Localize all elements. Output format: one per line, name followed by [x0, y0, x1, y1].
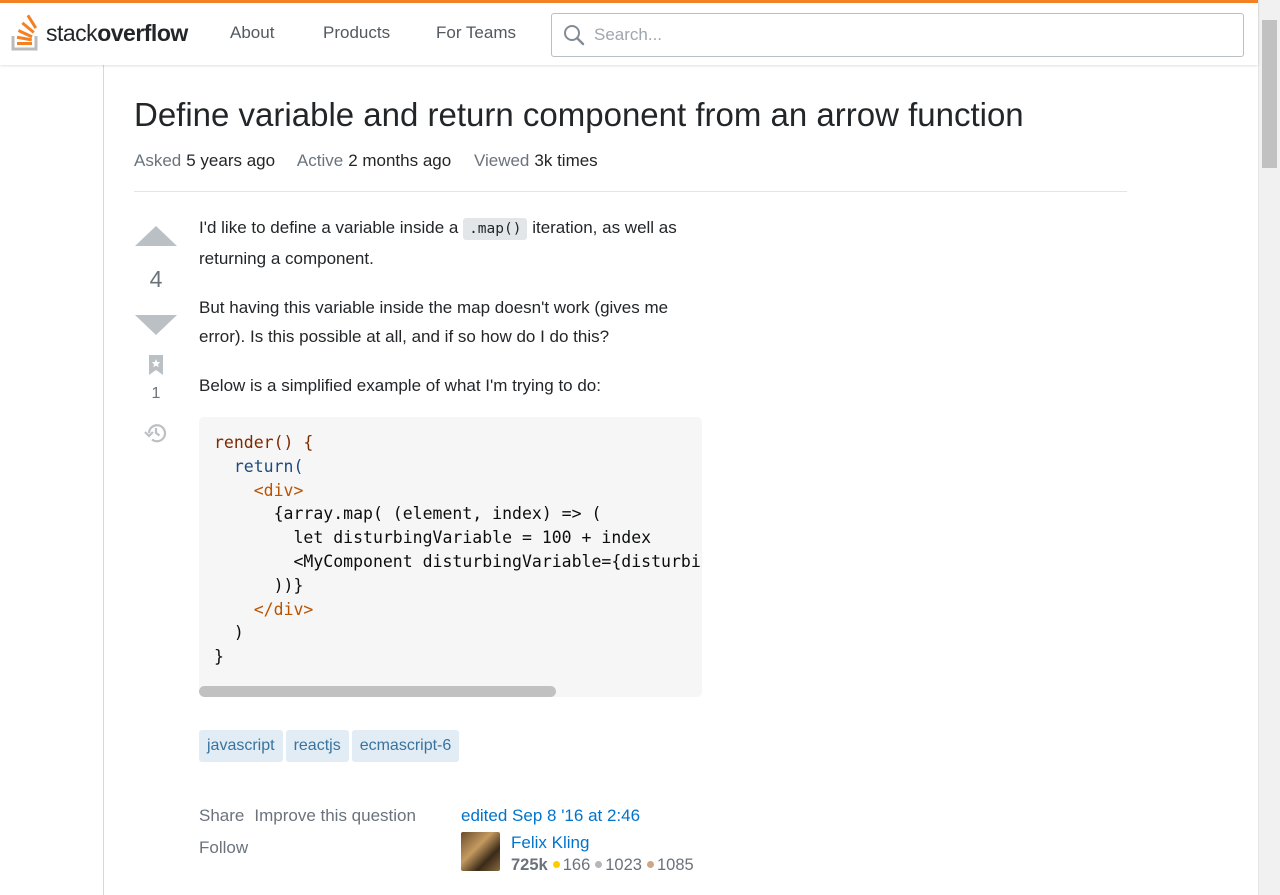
- code-line-4: {array.map( (element, index) => (: [214, 504, 602, 524]
- search-box[interactable]: [551, 13, 1244, 57]
- question-title[interactable]: Define variable and return component fro…: [134, 96, 1024, 134]
- silver-badge-icon: [595, 861, 603, 869]
- viewed-value: 3k times: [534, 151, 598, 170]
- edited-timestamp[interactable]: edited Sep 8 '16 at 2:46: [461, 806, 640, 826]
- code-line-2: return(: [214, 456, 304, 476]
- downvote-button[interactable]: [135, 315, 177, 335]
- search-icon: [564, 25, 585, 46]
- asked-value: 5 years ago: [186, 151, 276, 170]
- title-divider: [134, 191, 1127, 192]
- question-meta: Asked 5 years ago Active 2 months ago View…: [134, 151, 616, 171]
- top-bar: stackoverflow About Products For Teams: [0, 0, 1258, 65]
- bookmark-icon[interactable]: [148, 354, 164, 376]
- nav-for-teams[interactable]: For Teams: [436, 23, 516, 43]
- upvote-button[interactable]: [135, 226, 177, 246]
- avatar[interactable]: [461, 832, 500, 871]
- body-paragraph-3: Below is a simplified example of what I'…: [199, 376, 601, 395]
- share-link[interactable]: Share: [199, 806, 244, 825]
- inline-code: .map(): [463, 218, 528, 240]
- logo-text: stackoverflow: [46, 19, 188, 46]
- scrollbar-thumb[interactable]: [1262, 20, 1277, 168]
- editor-name[interactable]: Felix Kling: [511, 833, 589, 853]
- active-label: Active: [296, 151, 344, 170]
- code-block[interactable]: render() { return( <div> {array.map( (el…: [199, 417, 702, 697]
- gold-badge-icon: [552, 861, 560, 869]
- asked-label: Asked: [134, 151, 182, 170]
- nav-about[interactable]: About: [230, 23, 274, 43]
- active-value[interactable]: 2 months ago: [348, 151, 451, 170]
- code-line-9: ): [214, 623, 244, 643]
- editor-reputation: 725k 166 1023 1085: [511, 855, 696, 876]
- code-line-7: ))}: [214, 575, 304, 595]
- question-body: I'd like to define a variable inside a .…: [199, 213, 704, 420]
- tag-javascript[interactable]: javascript: [199, 730, 283, 762]
- history-icon[interactable]: [143, 421, 169, 445]
- body-paragraph-2: But having this variable inside the map …: [199, 298, 669, 346]
- reputation-score: 725k: [511, 856, 548, 874]
- nav-products[interactable]: Products: [323, 23, 390, 43]
- bookmark-count: 1: [151, 385, 161, 402]
- code-line-1: render() {: [214, 433, 314, 452]
- tag-ecmascript-6[interactable]: ecmascript-6: [351, 730, 460, 762]
- bronze-badge-icon: [646, 861, 654, 869]
- code-horizontal-scrollbar[interactable]: [199, 686, 556, 697]
- silver-badge-count: 1023: [605, 856, 642, 874]
- code-line-3: <div>: [214, 480, 304, 500]
- left-sidebar-divider: [103, 65, 104, 895]
- viewed-label: Viewed: [473, 151, 530, 170]
- follow-link[interactable]: Follow: [199, 838, 248, 857]
- code-line-5: let disturbingVariable = 100 + index: [214, 528, 652, 548]
- code-line-6: <MyComponent disturbingVariable={disturb…: [293, 551, 702, 571]
- site-logo[interactable]: stackoverflow: [10, 13, 188, 53]
- code-line-8: </div>: [214, 599, 314, 619]
- bronze-badge-count: 1085: [656, 856, 694, 874]
- gold-badge-count: 166: [562, 856, 591, 874]
- vote-count: 4: [149, 266, 163, 292]
- tag-list: javascript reactjs ecmascript-6: [199, 730, 460, 762]
- improve-question-link[interactable]: Improve this question: [254, 806, 416, 825]
- tag-reactjs[interactable]: reactjs: [285, 730, 349, 762]
- stackoverflow-logo-icon: [11, 14, 38, 51]
- search-input[interactable]: [592, 24, 1196, 46]
- code-line-10: }: [214, 647, 224, 667]
- code-content: render() { return( <div> {array.map( (el…: [199, 417, 702, 683]
- page-scrollbar[interactable]: [1258, 0, 1280, 895]
- body-paragraph-1: I'd like to define a variable inside a .…: [199, 218, 677, 268]
- post-actions: Share Improve this question Follow: [199, 800, 416, 864]
